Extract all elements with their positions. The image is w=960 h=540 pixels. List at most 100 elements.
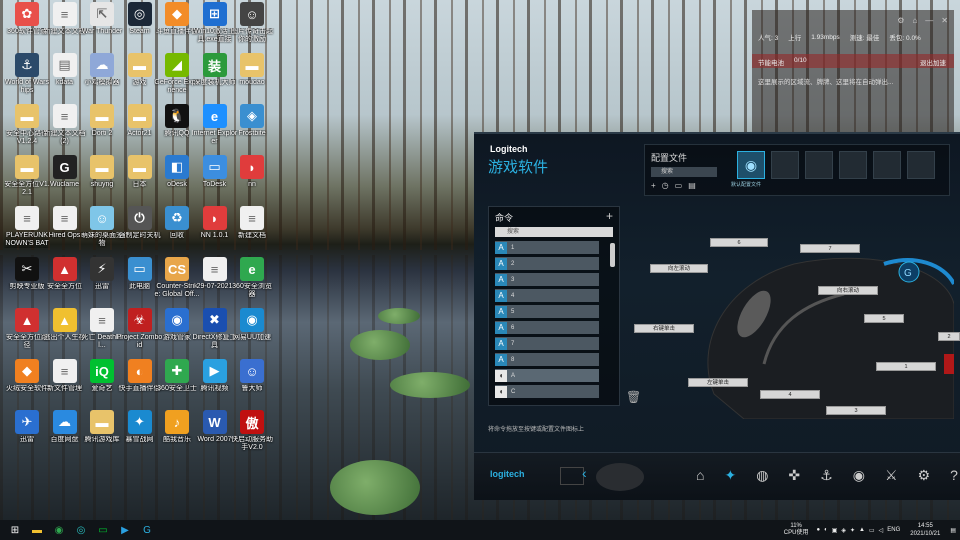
close-icon[interactable]: ✕ xyxy=(941,16,948,25)
logitech-taskbar-icon[interactable]: G xyxy=(140,523,154,537)
command-item[interactable]: A1 xyxy=(495,241,599,254)
button-callout[interactable]: 左键单击 xyxy=(688,378,748,387)
tray-icon[interactable]: ▣ xyxy=(832,527,838,534)
desktop-icon[interactable]: e 360安全浏览器 xyxy=(229,257,275,309)
app-icon: ▤ xyxy=(52,53,77,77)
tencent-video-icon[interactable]: ▶ xyxy=(118,523,132,537)
command-item[interactable]: ◖ C xyxy=(495,385,599,398)
command-label: 5 xyxy=(511,308,515,315)
commands-scrollbar[interactable] xyxy=(610,243,615,267)
desktop-icon-label: 鲁大师 xyxy=(241,385,263,392)
add-icon[interactable]: + xyxy=(651,181,656,190)
profile-slot[interactable] xyxy=(839,151,867,179)
settings-icon[interactable]: ⚙ xyxy=(897,16,904,25)
device-switch[interactable] xyxy=(560,467,584,485)
app-icon: ◉ xyxy=(165,308,189,332)
desktop-icon[interactable]: ◉ 网易UU加速 xyxy=(229,308,275,360)
button-callout[interactable]: 1 xyxy=(876,362,936,371)
pointer-settings-icon[interactable]: ✜ xyxy=(788,467,800,484)
add-command-icon[interactable]: + xyxy=(606,209,613,223)
gear-icon[interactable]: ⚙ xyxy=(918,467,931,484)
desktop-icon[interactable]: 傲快启动服务助手V2.0 xyxy=(229,410,275,462)
command-item[interactable]: A4 xyxy=(495,289,599,302)
profile-slot[interactable] xyxy=(873,151,901,179)
profile-slot[interactable] xyxy=(907,151,935,179)
iqiyi-icon[interactable]: ▭ xyxy=(96,523,110,537)
desktop-icon[interactable]: ◈ Frostbite xyxy=(229,104,275,156)
button-callout[interactable]: 7 xyxy=(800,244,860,253)
command-item[interactable]: A8 xyxy=(495,353,599,366)
button-callout[interactable]: 3 xyxy=(826,406,886,415)
customize-buttons-icon[interactable]: ✦ xyxy=(724,467,736,484)
command-item[interactable]: A7 xyxy=(495,337,599,350)
folder-icon[interactable]: ▭ xyxy=(675,181,683,190)
help-icon[interactable]: ? xyxy=(950,467,958,484)
button-callout[interactable]: 6 xyxy=(710,238,768,247)
minimize-icon[interactable]: — xyxy=(925,16,933,25)
app-icon: ⚓ xyxy=(15,53,39,77)
app-icon[interactable]: ◎ xyxy=(74,523,88,537)
button-callout[interactable]: 4 xyxy=(760,390,820,399)
desktop-icon[interactable]: ◗ nn xyxy=(229,155,275,207)
heatmap-icon[interactable]: ◉ xyxy=(853,467,865,484)
progress-text: 0/10 xyxy=(794,57,807,64)
app-icon: ≡ xyxy=(90,308,114,332)
network-icon[interactable]: ▭ xyxy=(869,527,875,534)
desktop-icon[interactable]: ≡ 新建文档 xyxy=(229,206,275,258)
cpu-label: CPU使用 xyxy=(783,530,809,536)
app-icon: ☺ xyxy=(90,206,114,230)
logitech-g-icon[interactable]: ⚔ xyxy=(885,467,898,484)
button-callout[interactable]: 向左滚动 xyxy=(650,264,708,273)
chevron-left-icon[interactable]: ‹ xyxy=(582,465,587,481)
command-item[interactable]: ◖ A xyxy=(495,369,599,382)
desktop-icon[interactable]: ☺ 鲁大师 xyxy=(229,359,275,411)
tray-icon[interactable]: ◈ xyxy=(841,527,846,534)
history-icon[interactable]: ◷ xyxy=(662,181,669,190)
profile-slot-default[interactable]: ◉ xyxy=(737,151,765,179)
tray-icon[interactable]: ✦ xyxy=(850,527,855,534)
command-item[interactable]: A6 xyxy=(495,321,599,334)
clock-time[interactable]: 14:55 xyxy=(910,522,940,530)
desktop-icon[interactable]: ☺ 图片传奇击起你的激励 xyxy=(229,2,275,54)
pin-icon[interactable]: ⌂ xyxy=(912,16,917,25)
button-callout[interactable]: 2 xyxy=(938,332,960,341)
print-icon[interactable]: ▤ xyxy=(688,181,696,190)
app-icon: ▬ xyxy=(15,155,39,179)
exit-accel-button[interactable]: 退出加速 xyxy=(920,57,946,67)
profile-search-input[interactable]: 搜索 xyxy=(651,167,717,177)
commands-search-input[interactable]: 搜索 xyxy=(495,227,613,237)
profile-slot[interactable] xyxy=(805,151,833,179)
surface-tuning-icon[interactable]: ⚓ xyxy=(820,467,833,484)
notification-icon[interactable]: ▤ xyxy=(950,527,956,534)
start-icon[interactable]: ⊞ xyxy=(8,523,22,537)
command-item[interactable]: A5 xyxy=(495,305,599,318)
clock-date[interactable]: 2021/10/21 xyxy=(910,530,940,538)
language-indicator[interactable]: ENG xyxy=(887,527,900,533)
widget-toolbar: ⚙ ⌂ — ✕ xyxy=(897,16,948,25)
app-icon: ♻ xyxy=(165,206,189,230)
home-icon[interactable]: ⌂ xyxy=(696,467,704,484)
system-tray: 11% CPU使用 ● ◐ ▣ ◈ ✦ ▲ ▭ ◁ ENG 14:55 2021… xyxy=(784,520,960,540)
command-label: 3 xyxy=(511,276,515,283)
profile-slot[interactable] xyxy=(771,151,799,179)
upload-label: 上行 xyxy=(788,35,802,42)
device-thumbnail[interactable] xyxy=(596,463,644,491)
tray-icon[interactable]: ● xyxy=(816,527,820,533)
browser-360-icon[interactable]: ◉ xyxy=(52,523,66,537)
tray-icon[interactable]: ▲ xyxy=(859,527,865,533)
button-callout[interactable]: 向右滚动 xyxy=(818,286,878,295)
tray-icon[interactable]: ◐ xyxy=(824,527,828,533)
command-item[interactable]: A3 xyxy=(495,273,599,286)
volume-icon[interactable]: ◁ xyxy=(879,527,884,534)
command-item[interactable]: A2 xyxy=(495,257,599,270)
file-explorer-icon[interactable]: ▬ xyxy=(30,523,44,537)
brand-label: Logitech xyxy=(490,144,528,154)
trash-icon[interactable]: 🗑 xyxy=(626,390,641,404)
button-callout[interactable]: 右键单击 xyxy=(634,324,694,333)
app-icon: ☁ xyxy=(52,410,77,434)
app-icon: ▬ xyxy=(127,104,152,128)
desktop-icon[interactable]: ▬ moudao xyxy=(229,53,275,105)
lighting-icon[interactable]: ◍ xyxy=(756,467,768,484)
command-label: 4 xyxy=(511,292,515,299)
button-callout[interactable]: 5 xyxy=(864,314,904,323)
